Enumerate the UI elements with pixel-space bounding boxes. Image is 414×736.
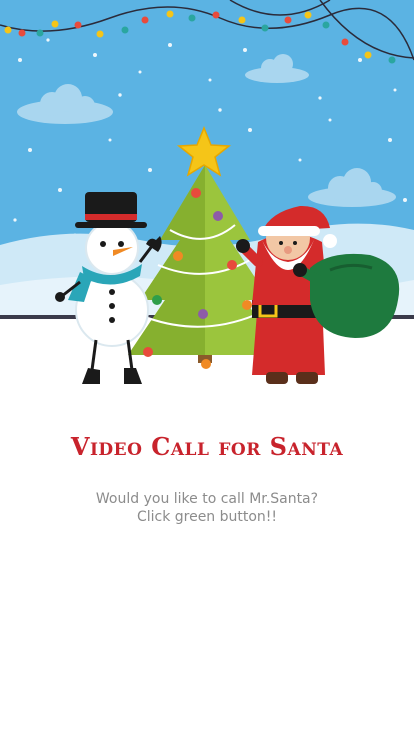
instruction-line-2: Click green button!!	[136, 509, 278, 525]
call-instructions: Would you like to call Mr.Santa? Click g…	[0, 490, 414, 526]
christmas-illustration	[0, 0, 414, 400]
page-title: Video Call for Santa	[70, 432, 344, 461]
instruction-line-1: Would you like to call Mr.Santa?	[95, 491, 319, 507]
